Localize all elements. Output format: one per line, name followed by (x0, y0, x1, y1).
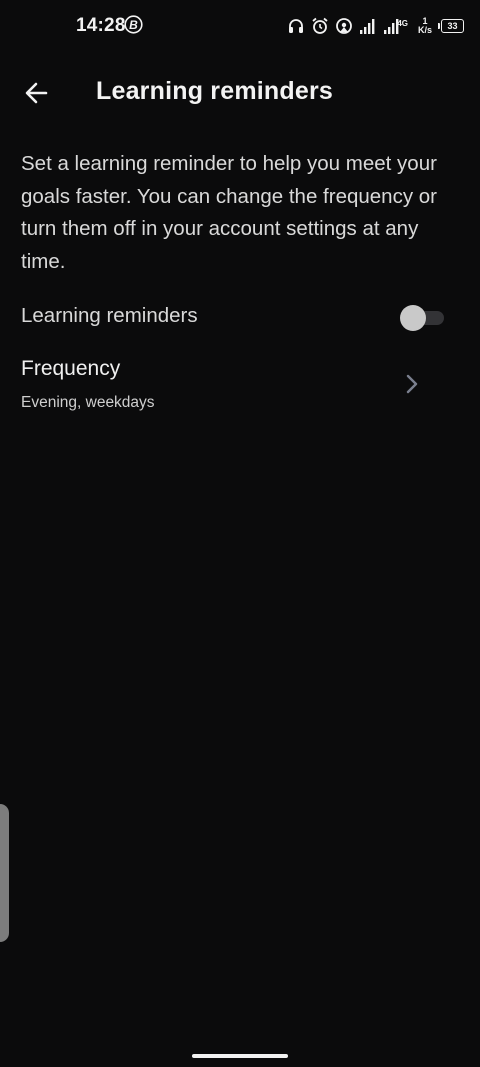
status-bar: 14:28 B 4G 1 K/s 33 (0, 0, 480, 56)
frequency-row[interactable]: Frequency Evening, weekdays (0, 348, 480, 424)
alarm-icon (311, 17, 329, 35)
status-time: 14:28 (76, 15, 126, 36)
learning-reminders-toggle[interactable] (400, 305, 444, 331)
toggle-knob (400, 305, 426, 331)
back-button[interactable] (16, 72, 58, 114)
learning-reminders-row[interactable]: Learning reminders (0, 293, 480, 341)
svg-text:B: B (129, 18, 138, 32)
home-indicator[interactable] (192, 1054, 288, 1058)
back-arrow-icon (25, 82, 48, 104)
chevron-right-icon (406, 374, 418, 394)
headphones-icon (287, 17, 305, 35)
page-title: Learning reminders (96, 77, 333, 105)
network-type: 4G (397, 19, 408, 28)
signal-4g-icon: 4G (383, 18, 412, 34)
frequency-title: Frequency (21, 357, 121, 380)
app-bar: Learning reminders (0, 60, 480, 124)
battery-icon: 33 (438, 19, 464, 33)
network-speed-unit: K/s (417, 25, 432, 35)
signal-icon (359, 18, 377, 34)
description-text: Set a learning reminder to help you meet… (21, 152, 437, 273)
b-badge-icon: B (124, 15, 143, 34)
network-speed: 1 K/s (418, 17, 432, 35)
hotspot-icon (335, 17, 353, 35)
status-icons: 4G 1 K/s 33 (287, 14, 464, 38)
learning-reminders-label: Learning reminders (21, 304, 198, 327)
battery-level: 33 (441, 19, 464, 33)
frequency-value: Evening, weekdays (21, 394, 155, 411)
edge-panel-handle[interactable] (0, 804, 9, 942)
